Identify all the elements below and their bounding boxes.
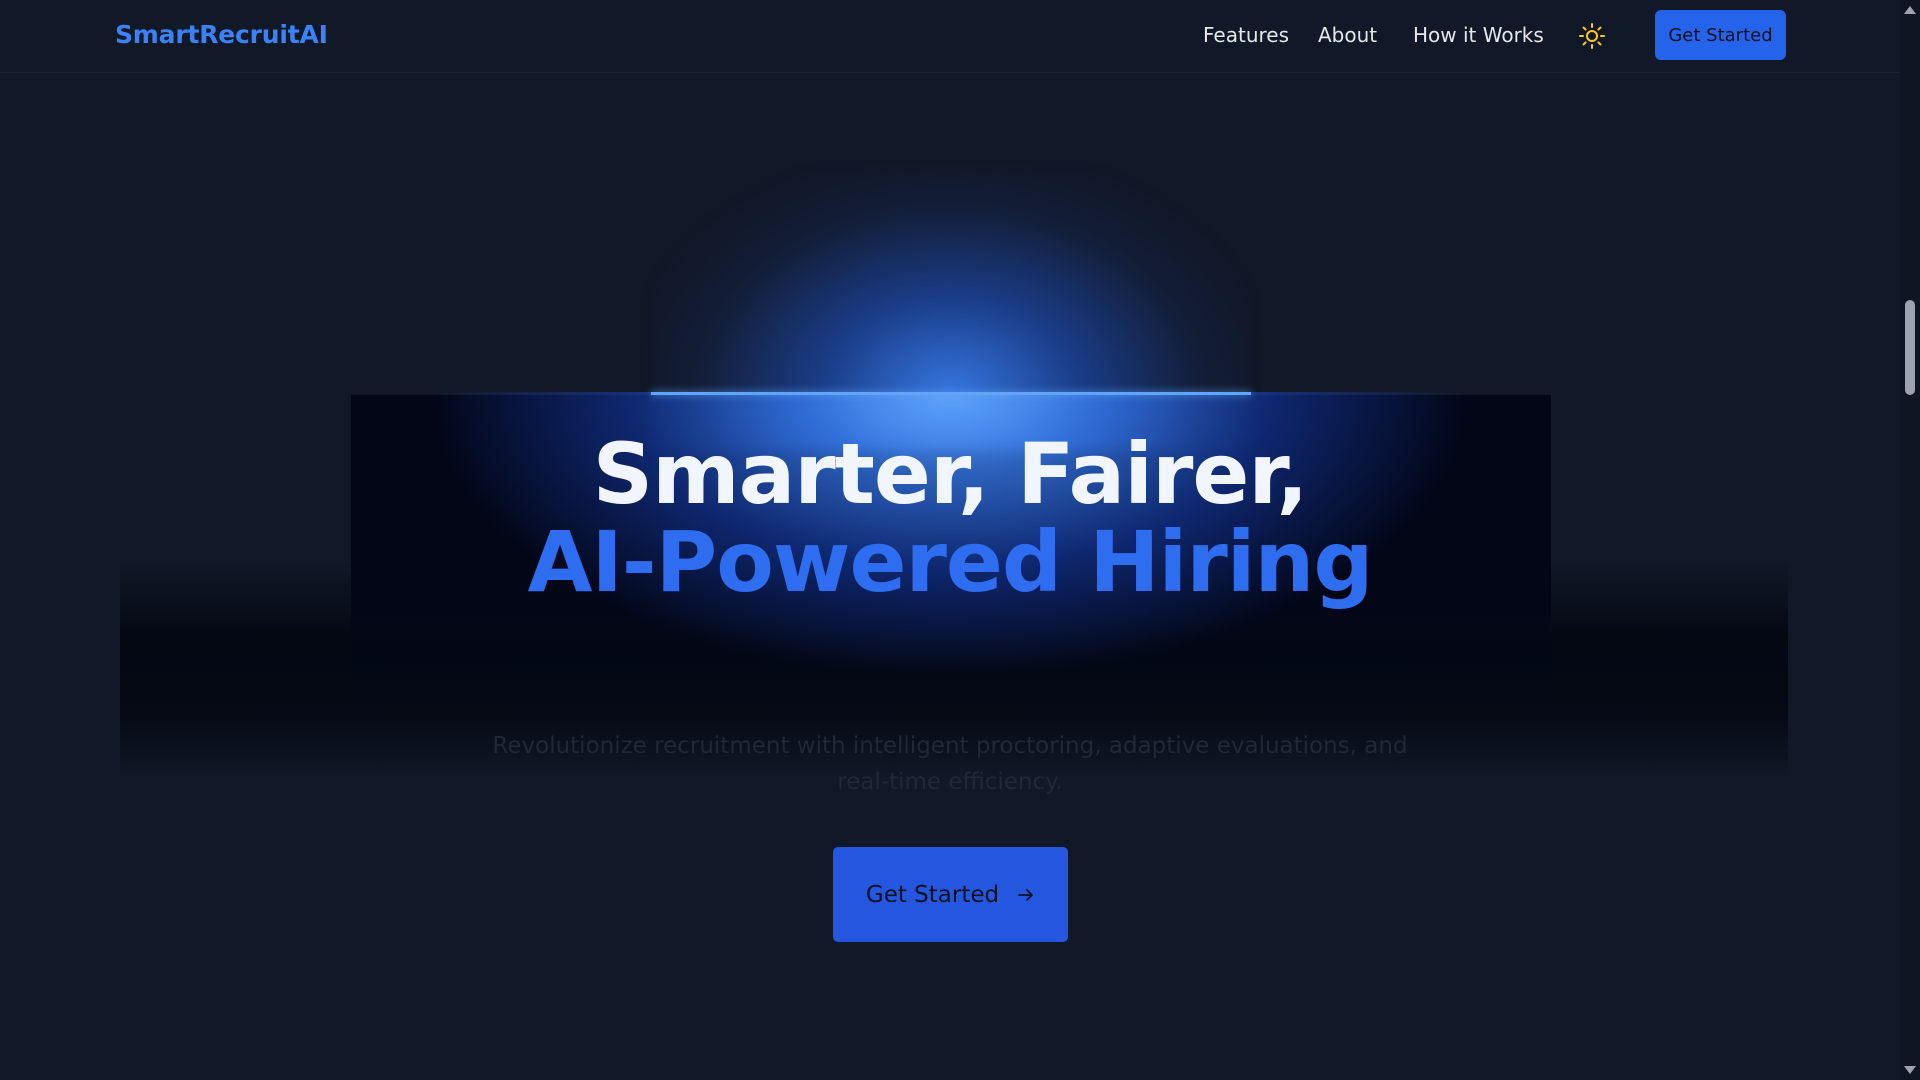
page: Smarter, Fairer, AI-Powered Hiring Revol… — [0, 0, 1920, 1080]
hero-get-started-button[interactable]: Get Started — [833, 847, 1068, 942]
hero-headline: Smarter, Fairer, AI-Powered Hiring — [0, 430, 1900, 606]
scroll-down-arrow-icon[interactable] — [1904, 1066, 1916, 1074]
scrollbar-thumb[interactable] — [1905, 300, 1915, 395]
hero-subtitle: Revolutionize recruitment with intellige… — [492, 733, 1408, 795]
nav-link-how-it-works[interactable]: How it Works — [1413, 23, 1544, 47]
brand-logo[interactable]: SmartRecruitAI — [115, 20, 328, 49]
nav-get-started-button[interactable]: Get Started — [1655, 10, 1786, 60]
scrollbar[interactable] — [1900, 0, 1920, 1080]
arrow-right-icon — [1017, 886, 1035, 904]
sun-icon[interactable] — [1577, 21, 1607, 51]
nav-link-features[interactable]: Features — [1203, 23, 1289, 47]
lamp-line — [651, 392, 1251, 395]
navbar: SmartRecruitAI Features About How it Wor… — [0, 0, 1900, 73]
headline-line-1: Smarter, Fairer, — [592, 425, 1309, 523]
nav-link-about[interactable]: About — [1318, 23, 1377, 47]
headline-line-2: AI-Powered Hiring — [527, 513, 1374, 611]
hero-cta-label: Get Started — [865, 881, 1000, 908]
scroll-up-arrow-icon[interactable] — [1904, 6, 1916, 14]
